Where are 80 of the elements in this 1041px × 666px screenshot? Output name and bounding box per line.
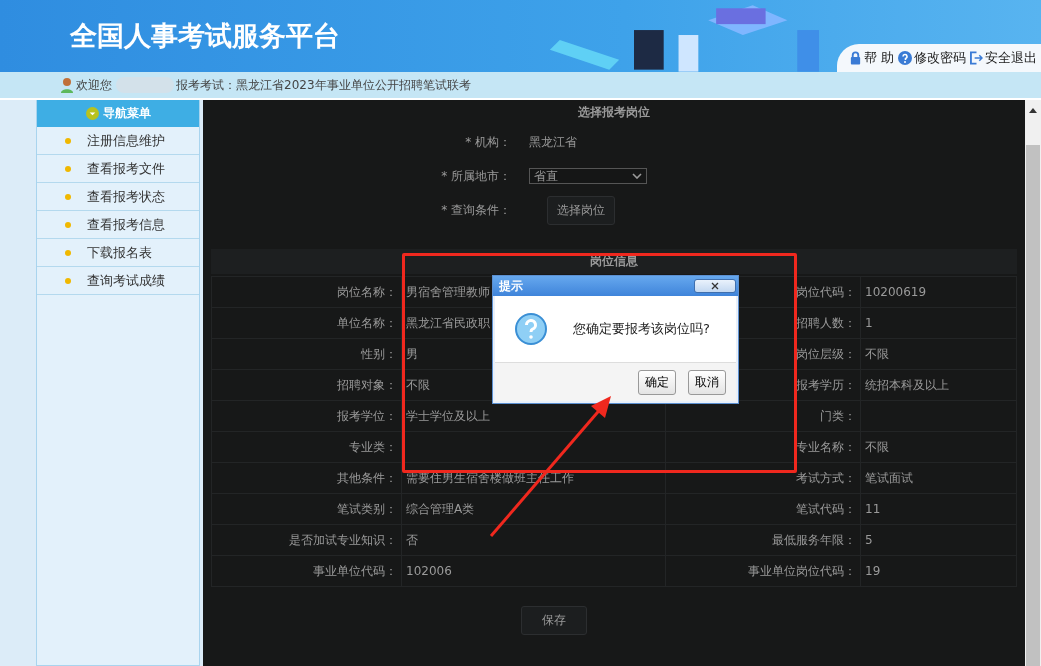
confirm-button[interactable]: 确定 (638, 369, 676, 395)
exam-name: 报考考试：黑龙江省2023年事业单位公开招聘笔试联考 (176, 76, 471, 94)
sidebar-item[interactable]: 查看报考状态 (37, 183, 199, 211)
dialog-title: 提示 (499, 277, 523, 295)
close-icon (711, 282, 719, 290)
site-title: 全国人事考试服务平台 (70, 19, 340, 53)
header-link[interactable]: 修改密码 (898, 49, 966, 67)
chevron-down-icon (85, 107, 99, 120)
table-label: 岗位层级： (796, 346, 856, 361)
table-cell: 19 (865, 564, 881, 578)
sidebar-item[interactable]: 查看报考信息 (37, 211, 199, 239)
field-label: * 查询条件： (440, 201, 512, 219)
table-cell: 不限 (865, 439, 889, 454)
table-label: 是否加试专业知识： (289, 532, 397, 547)
table-cell: 10200619 (865, 285, 927, 299)
header-link[interactable]: 帮 助 (848, 49, 894, 67)
bullet-icon (65, 193, 71, 200)
table-cell: 学士学位及以上 (406, 408, 490, 423)
table-cell: 黑龙江省民政职 (406, 315, 490, 330)
table-label: 招聘人数： (796, 315, 856, 330)
bullet-icon (65, 137, 71, 144)
close-button[interactable] (694, 279, 736, 293)
scroll-up-icon[interactable] (1029, 108, 1037, 113)
chevron-down-icon (632, 173, 642, 179)
table-label: 专业名称： (796, 439, 856, 454)
table-cell: 5 (865, 533, 873, 547)
table-cell: 综合管理A类 (406, 501, 475, 516)
lock-icon (848, 51, 862, 65)
sidebar-title-text: 导航菜单 (102, 105, 151, 122)
field-label: * 所属地市： (440, 167, 512, 185)
cancel-button[interactable]: 取消 (688, 369, 726, 395)
table-cell: 102006 (406, 564, 452, 578)
scroll-thumb[interactable] (1026, 145, 1040, 666)
select-position-button[interactable]: 选择岗位 (547, 195, 615, 225)
section-title: 岗位信息 (211, 249, 1017, 274)
user-icon (60, 77, 74, 93)
table-label: 性别： (361, 346, 397, 361)
table-cell: 男宿舍管理教师 (406, 284, 490, 299)
table-label: 事业单位岗位代码： (748, 563, 856, 578)
bullet-icon (65, 221, 71, 228)
sidebar-item[interactable]: 注册信息维护 (37, 127, 199, 155)
city-select[interactable]: 省直 (529, 168, 647, 184)
table-cell: 否 (406, 532, 418, 547)
table-label: 最低服务年限： (772, 532, 856, 547)
table-cell: 统招本科及以上 (865, 377, 949, 392)
sidebar-item[interactable]: 查看报考文件 (37, 155, 199, 183)
table-label: 报考学历： (796, 377, 856, 392)
table-label: 岗位名称： (337, 284, 397, 299)
dialog-message: 您确定要报考该岗位吗? (573, 320, 710, 338)
exit-icon (970, 51, 983, 65)
table-label: 报考学位： (337, 408, 397, 423)
table-label: 岗位代码： (796, 284, 856, 299)
sidebar-item[interactable]: 查询考试成绩 (37, 267, 199, 295)
field-label: * 机构： (464, 133, 512, 151)
table-label: 单位名称： (337, 315, 397, 330)
table-label: 考试方式： (796, 470, 856, 485)
field-value: 黑龙江省 (529, 133, 577, 151)
bullet-icon (65, 165, 71, 172)
table-label: 笔试类别： (337, 501, 397, 516)
sidebar-item[interactable]: 下载报名表 (37, 239, 199, 267)
bullet-icon (65, 249, 71, 256)
header-link[interactable]: 安全退出 (970, 49, 1037, 67)
table-cell: 1 (865, 316, 873, 330)
table-label: 事业单位代码： (313, 563, 397, 578)
save-button[interactable]: 保存 (521, 606, 587, 635)
section-title: 选择报考岗位 (577, 104, 651, 121)
table-label: 笔试代码： (796, 501, 856, 516)
table-cell: 不限 (406, 377, 430, 392)
table-label: 专业类： (349, 439, 397, 454)
question-icon (515, 313, 547, 345)
table-cell: 11 (865, 502, 881, 516)
table-label: 招聘对象： (337, 377, 397, 392)
table-label: 其他条件： (337, 470, 397, 485)
table-cell: 不限 (865, 346, 889, 361)
welcome-text: 欢迎您 (76, 76, 112, 94)
question-icon (898, 51, 912, 65)
table-label: 门类： (820, 408, 856, 423)
table-cell: 男 (406, 346, 418, 361)
table-cell: 笔试面试 (865, 470, 913, 485)
bullet-icon (65, 277, 71, 284)
